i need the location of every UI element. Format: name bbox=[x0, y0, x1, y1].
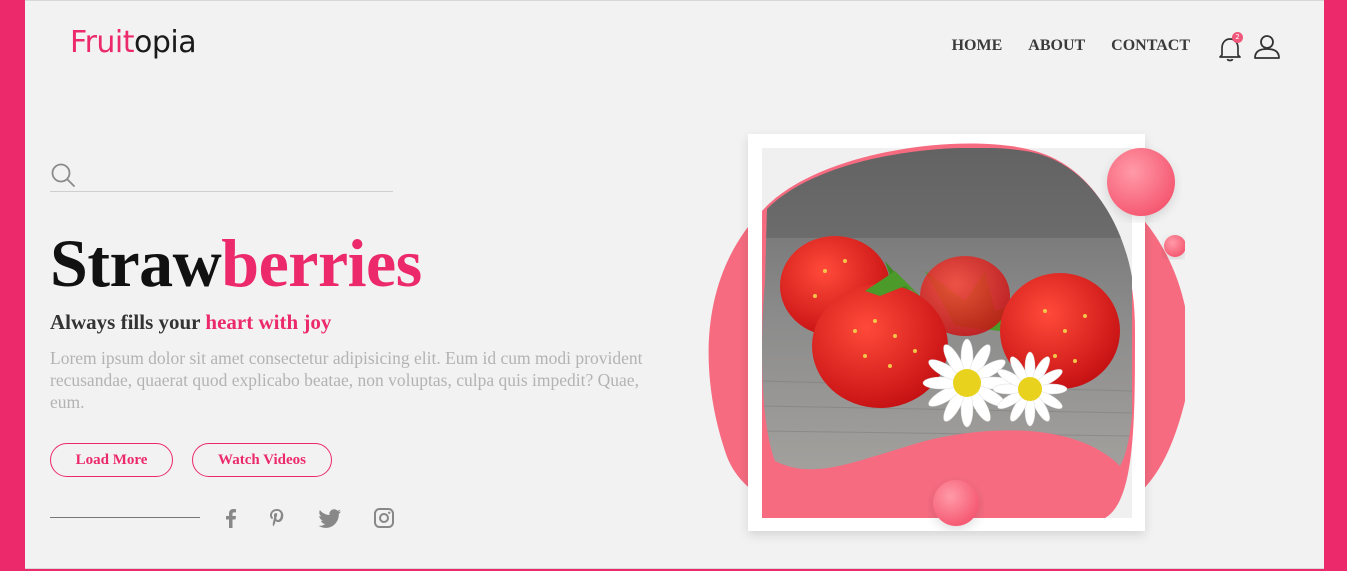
hero-title-pink: berries bbox=[221, 225, 422, 301]
user-icon[interactable] bbox=[1253, 33, 1281, 61]
hero-image-frame bbox=[665, 121, 1191, 561]
hero-tagline: Always fills your heart with joy bbox=[50, 310, 331, 335]
hero-title: Strawberries bbox=[50, 223, 422, 303]
pinterest-icon[interactable] bbox=[265, 506, 289, 530]
nav-contact[interactable]: CONTACT bbox=[1111, 37, 1190, 55]
facebook-icon[interactable] bbox=[219, 506, 243, 530]
tagline-dark: Always fills your bbox=[50, 310, 206, 334]
brand-part-1: Fruit bbox=[70, 25, 135, 60]
nav-about[interactable]: ABOUT bbox=[1028, 37, 1085, 55]
brand-part-2: opia bbox=[134, 25, 197, 60]
search-icon[interactable] bbox=[50, 162, 76, 188]
notification-badge: 2 bbox=[1232, 32, 1243, 43]
hero-title-dark: Straw bbox=[50, 225, 222, 301]
watch-videos-button[interactable]: Watch Videos bbox=[192, 443, 332, 477]
twitter-icon[interactable] bbox=[317, 506, 341, 530]
nav-home[interactable]: HOME bbox=[952, 37, 1003, 55]
main-nav: HOME ABOUT CONTACT bbox=[952, 37, 1190, 55]
tagline-pink: heart with joy bbox=[205, 310, 332, 334]
hero-description: Lorem ipsum dolor sit amet consectetur a… bbox=[50, 348, 643, 412]
search-bar bbox=[50, 159, 393, 192]
search-input[interactable] bbox=[84, 161, 388, 189]
instagram-icon[interactable] bbox=[372, 506, 396, 530]
load-more-button[interactable]: Load More bbox=[50, 443, 173, 477]
page: Fruitopia HOME ABOUT CONTACT 2 Strawberr… bbox=[25, 0, 1324, 569]
brand-logo[interactable]: Fruitopia bbox=[70, 25, 197, 60]
social-divider bbox=[50, 517, 200, 518]
